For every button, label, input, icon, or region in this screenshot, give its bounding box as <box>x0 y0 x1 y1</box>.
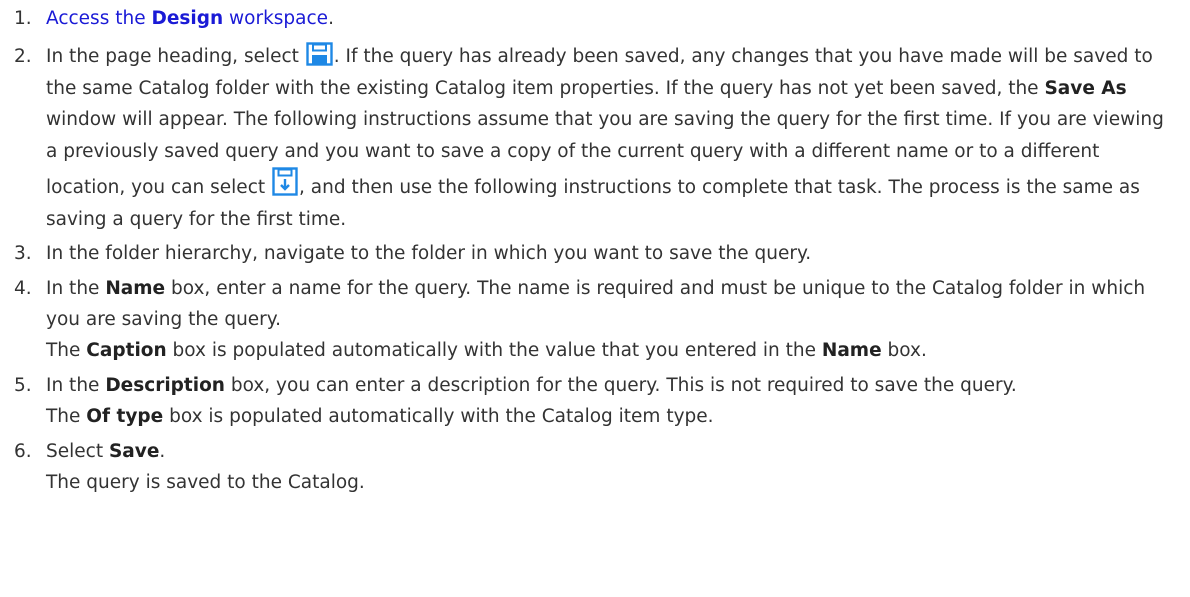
step-result: The query is saved to the Catalog. <box>46 472 365 493</box>
step-text: box, you can enter a description for the… <box>224 375 1017 396</box>
name-label: Name <box>105 278 166 299</box>
step-text: Select <box>46 441 109 462</box>
design-workspace-link[interactable]: Access the Design workspace <box>46 8 328 29</box>
step-text: In the <box>46 375 106 396</box>
save-label: Save <box>108 441 160 462</box>
of-type-label: Of type <box>86 406 164 427</box>
step-text: . <box>159 441 166 462</box>
link-bold-text[interactable]: Design <box>151 8 223 29</box>
name-label: Name <box>821 340 882 361</box>
save-as-icon <box>272 167 298 197</box>
step-number: 1. <box>14 8 32 29</box>
step-text: In the page heading, select <box>46 46 305 67</box>
step-4: 4. In the Name box, enter a name for the… <box>0 273 1180 366</box>
step-2: 2. In the page heading, select . If the … <box>0 41 1180 235</box>
step-result: The <box>46 406 87 427</box>
step-text: . <box>328 8 334 29</box>
step-result: box is populated automatically with the … <box>163 406 714 427</box>
description-label: Description <box>105 375 225 396</box>
step-result: The <box>46 340 87 361</box>
step-1: 1. Access the Design workspace. <box>0 3 1180 34</box>
step-result: box. <box>881 340 927 361</box>
save-as-label: Save As <box>1044 77 1127 99</box>
step-number: 2. <box>14 46 32 67</box>
caption-label: Caption <box>86 340 167 361</box>
step-number: 4. <box>14 278 32 299</box>
link-text-end[interactable]: workspace <box>223 8 328 29</box>
step-number: 6. <box>14 441 32 462</box>
step-text: box, enter a name for the query. The nam… <box>46 278 1146 330</box>
step-text: In the folder hierarchy, navigate to the… <box>46 243 812 264</box>
step-3: 3. In the folder hierarchy, navigate to … <box>0 238 1180 269</box>
link-text[interactable]: Access the <box>46 8 151 29</box>
procedure-steps: 1. Access the Design workspace. 2. In th… <box>0 0 1180 498</box>
step-number: 5. <box>14 375 32 396</box>
step-text: In the <box>46 278 106 299</box>
step-5: 5. In the Description box, you can enter… <box>0 370 1180 432</box>
step-number: 3. <box>14 243 32 264</box>
step-6: 6. Select Save. The query is saved to th… <box>0 436 1180 498</box>
save-icon <box>306 42 333 66</box>
step-result: box is populated automatically with the … <box>166 340 822 361</box>
